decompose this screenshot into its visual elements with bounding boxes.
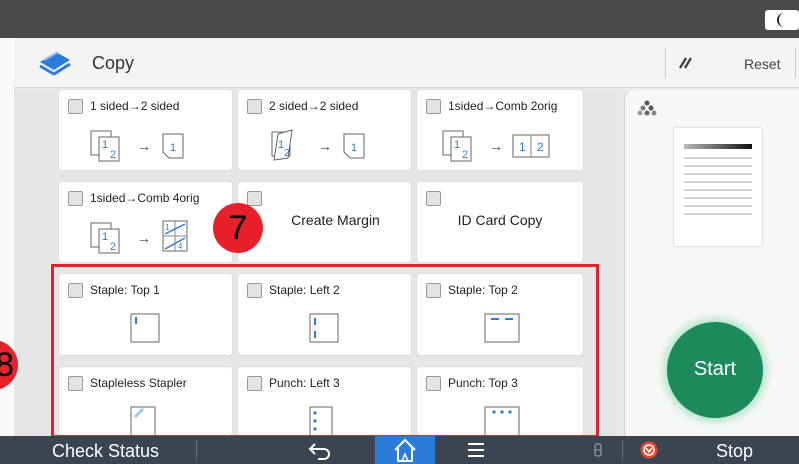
tile-2sided-2sided[interactable]: 2 sided→2 sided 1 2 → 1 <box>237 89 412 171</box>
start-button[interactable]: Start <box>667 322 763 418</box>
tile-label: 1 sided→2 sided <box>90 99 180 113</box>
reset-button[interactable]: Reset <box>694 46 794 80</box>
tile-id-card-copy[interactable]: ID Card Copy <box>416 181 584 263</box>
svg-text:1: 1 <box>102 139 108 151</box>
check-status-button[interactable]: Check Status <box>52 441 159 462</box>
svg-text:→: → <box>318 138 332 154</box>
document-preview-lines <box>684 144 752 215</box>
start-label: Start <box>693 358 737 380</box>
tile-1sided-2sided[interactable]: 1 sided→2 sided 1 2 → 1 <box>58 89 233 171</box>
duplex-illustration-icon: 1 2 → 1 <box>90 130 184 162</box>
tile-label: ID Card Copy <box>457 212 543 228</box>
tile-label: 2 sided→2 sided <box>269 99 359 113</box>
checkbox[interactable] <box>68 99 83 114</box>
svg-text:2: 2 <box>462 149 468 161</box>
bottom-divider <box>196 440 197 460</box>
moon-icon <box>777 13 784 27</box>
checkbox[interactable] <box>68 191 83 206</box>
stop-icon[interactable] <box>640 441 658 459</box>
tile-label: Create Margin <box>291 212 380 228</box>
page-title: Copy <box>92 53 135 73</box>
tile-label: 1sided→Comb 4orig <box>90 191 200 205</box>
checkbox[interactable] <box>426 99 441 114</box>
highlight-box <box>51 264 599 438</box>
preview-panel: Start <box>624 90 799 436</box>
tile-create-margin[interactable]: Create Margin <box>237 181 412 263</box>
copy-icon <box>39 51 71 76</box>
duplex-illustration-icon: 1 2 → 1 <box>271 129 365 161</box>
tile-1sided-comb-2orig[interactable]: 1sided→Comb 2orig 1 2 → 1 2 <box>416 89 584 171</box>
header-divider-right <box>795 48 796 78</box>
menu-button[interactable] <box>462 439 492 461</box>
svg-text:1: 1 <box>170 142 176 154</box>
checkbox[interactable] <box>247 99 262 114</box>
svg-text:4: 4 <box>178 242 183 251</box>
stop-button[interactable]: Stop <box>716 441 753 462</box>
back-arrow-icon <box>308 443 330 460</box>
svg-text:2: 2 <box>110 149 116 161</box>
svg-text:→: → <box>137 138 151 154</box>
app-header: Copy Reset <box>14 38 799 88</box>
system-bottom-bar: Check Status Stop <box>0 436 799 464</box>
svg-text:2: 2 <box>284 148 290 159</box>
combine-illustration-icon: 1 2 → 1 2 <box>442 130 550 162</box>
reset-label: Reset <box>744 56 781 72</box>
svg-text:→: → <box>489 138 503 154</box>
reset-icon <box>678 57 693 69</box>
tile-1sided-comb-4orig[interactable]: 1sided→Comb 4orig 1 2 → 1 4 <box>58 181 233 263</box>
combine-illustration-icon: 1 2 → 1 4 <box>90 220 188 254</box>
svg-text:1: 1 <box>351 142 357 154</box>
menu-icon <box>468 443 484 457</box>
bottom-divider <box>622 440 623 460</box>
back-button[interactable] <box>300 438 340 462</box>
svg-text:1: 1 <box>454 139 460 151</box>
tile-label: 1sided→Comb 2orig <box>448 99 558 113</box>
energy-saver-button[interactable] <box>765 10 799 30</box>
svg-text:2: 2 <box>110 241 116 253</box>
svg-text:1: 1 <box>519 140 526 154</box>
document-preview <box>674 128 762 246</box>
svg-text:2: 2 <box>537 140 544 154</box>
svg-text:→: → <box>137 230 151 246</box>
home-button[interactable] <box>375 436 435 464</box>
callout-marker-7: 7 <box>213 203 263 253</box>
color-dots-icon[interactable] <box>637 100 657 118</box>
home-icon <box>394 438 416 462</box>
svg-text:1: 1 <box>165 223 170 232</box>
svg-text:1: 1 <box>102 231 108 243</box>
system-top-bar <box>0 0 799 38</box>
data-indicator-icon <box>594 443 602 457</box>
header-divider <box>665 48 666 78</box>
checkbox[interactable] <box>426 191 441 206</box>
checkbox[interactable] <box>247 191 262 206</box>
